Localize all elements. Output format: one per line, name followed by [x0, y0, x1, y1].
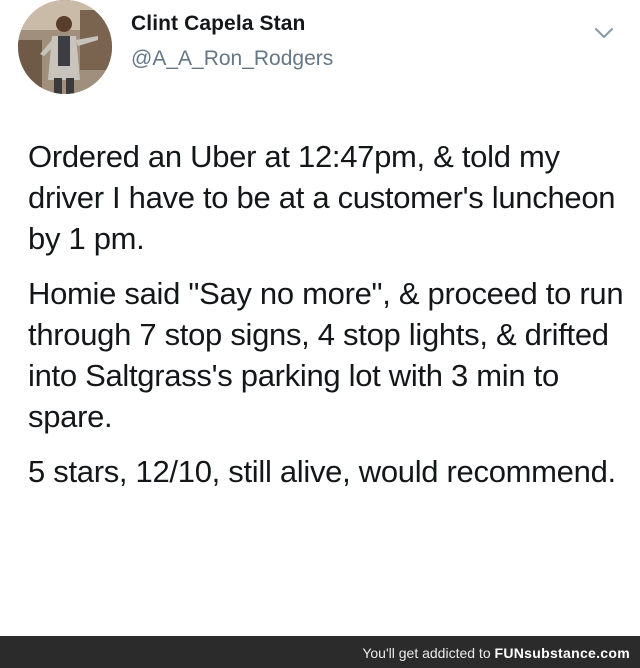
tweet-card: Clint Capela Stan @A_A_Ron_Rodgers Order…: [0, 0, 640, 636]
avatar-photo-icon: [18, 0, 112, 94]
watermark-brand[interactable]: FUNsubstance.com: [495, 645, 631, 661]
avatar[interactable]: [18, 0, 112, 94]
tweet-paragraph: Homie said "Say no more", & proceed to r…: [28, 276, 624, 434]
watermark-footer: You'll get addicted to FUNsubstance.com: [0, 636, 640, 668]
chevron-down-icon[interactable]: [591, 20, 617, 46]
display-name[interactable]: Clint Capela Stan: [131, 12, 305, 36]
watermark-text: You'll get addicted to FUNsubstance.com: [362, 645, 630, 661]
tweet-paragraph: Ordered an Uber at 12:47pm, & told my dr…: [28, 139, 616, 256]
watermark-tagline: You'll get addicted to: [362, 645, 495, 661]
tweet-paragraph: 5 stars, 12/10, still alive, would recom…: [28, 454, 616, 489]
user-handle[interactable]: @A_A_Ron_Rodgers: [131, 47, 333, 71]
tweet-text: Ordered an Uber at 12:47pm, & told my dr…: [28, 136, 632, 506]
